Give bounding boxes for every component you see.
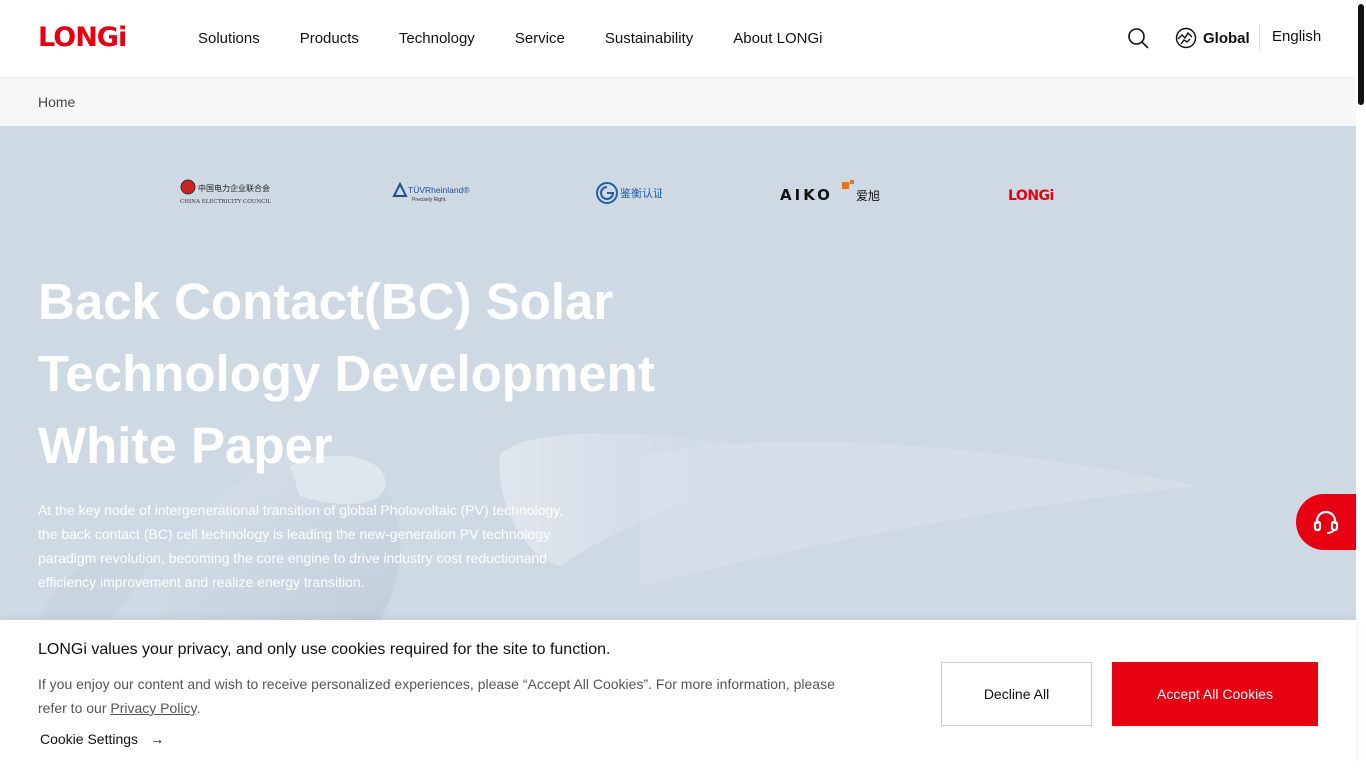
scrollbar-thumb[interactable]	[1358, 4, 1364, 105]
site-header: LONGi Solutions Products Technology Serv…	[0, 0, 1356, 78]
nav-products[interactable]: Products	[300, 30, 359, 47]
nav-sustainability[interactable]: Sustainability	[605, 30, 693, 47]
hero-title: Back Contact(BC) Solar Technology Develo…	[38, 273, 655, 474]
cookie-settings-link[interactable]: Cookie Settings →	[40, 731, 164, 747]
breadcrumb-home-link[interactable]: Home	[38, 94, 75, 110]
tuv-rheinland-logo: TÜVRheinland® Precisely Right.	[392, 178, 478, 208]
scrollbar-track[interactable]	[1356, 0, 1366, 768]
nav-service[interactable]: Service	[515, 30, 565, 47]
longi-logo[interactable]: LONGi	[38, 17, 127, 53]
search-icon[interactable]	[1127, 27, 1149, 49]
longi-partner-logo-text: LONGi	[1008, 188, 1054, 204]
arrow-right-icon: →	[150, 731, 165, 747]
language-selector[interactable]: English	[1272, 28, 1321, 45]
logo-text: LONGi	[38, 22, 127, 53]
privacy-policy-link[interactable]: Privacy Policy	[110, 700, 196, 716]
cookie-settings-label: Cookie Settings	[40, 731, 139, 747]
jianheng-certification-logo: 鉴衡认证	[596, 178, 662, 208]
cookie-banner: LONGi values your privacy, and only use …	[0, 620, 1356, 768]
cec-logo-text-en: CHINA ELECTRICITY COUNCIL	[180, 199, 272, 205]
cookie-text-end: .	[196, 700, 201, 716]
jianheng-logo-text: 鉴衡认证	[620, 187, 662, 200]
breadcrumb: Home	[0, 78, 1356, 126]
global-label: Global	[1203, 29, 1250, 47]
header-divider	[1259, 24, 1260, 52]
aiko-logo-text: AIKO	[780, 186, 833, 204]
accept-all-cookies-button[interactable]: Accept All Cookies	[1112, 662, 1318, 726]
aiko-logo: AIKO 爱旭	[780, 178, 886, 208]
china-electricity-council-logo: 中国电力企业联合会 CHINA ELECTRICITY COUNCIL	[180, 178, 272, 208]
aiko-logo-text-cn: 爱旭	[856, 189, 880, 203]
customer-support-button[interactable]	[1296, 494, 1356, 550]
hero-description: At the key node of intergenerational tra…	[38, 502, 564, 590]
main-nav: Solutions Products Technology Service Su…	[198, 0, 822, 76]
nav-technology[interactable]: Technology	[399, 30, 475, 47]
headset-icon	[1313, 510, 1339, 534]
globe-icon	[1175, 27, 1197, 49]
decline-all-button[interactable]: Decline All	[941, 662, 1092, 726]
global-region-selector[interactable]: Global	[1175, 26, 1250, 50]
cookie-title: LONGi values your privacy, and only use …	[38, 641, 611, 658]
longi-partner-logo: LONGi	[1008, 178, 1062, 208]
cec-logo-text: 中国电力企业联合会	[198, 183, 270, 193]
tuv-tagline: Precisely Right.	[412, 197, 447, 203]
hero-banner: 中国电力企业联合会 CHINA ELECTRICITY COUNCIL TÜVR…	[0, 126, 1356, 620]
tuv-logo-text: TÜVRheinland®	[408, 185, 470, 195]
nav-solutions[interactable]: Solutions	[198, 30, 260, 47]
nav-about-longi[interactable]: About LONGi	[733, 30, 822, 47]
cookie-description: If you enjoy our content and wish to rec…	[38, 672, 838, 720]
